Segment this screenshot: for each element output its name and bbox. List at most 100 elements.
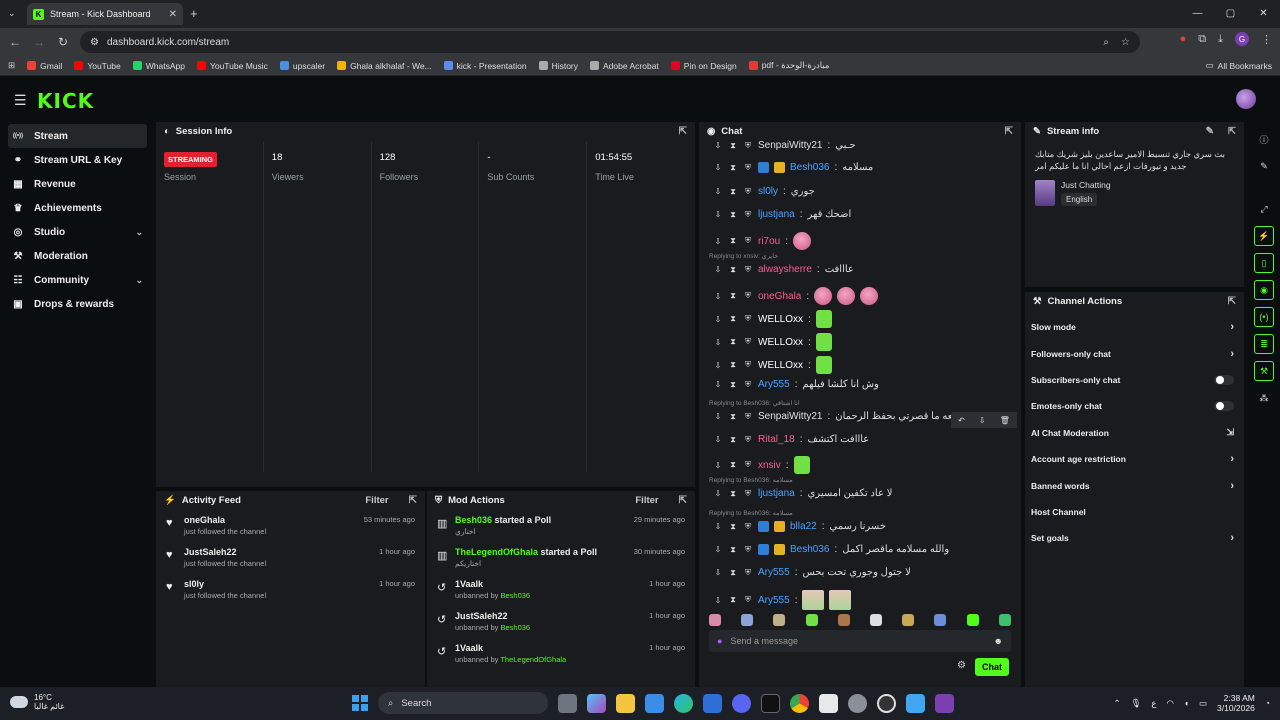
hamburger-menu-icon[interactable]: ☰ — [14, 92, 27, 109]
bookmark-item[interactable]: Ghala alkhalaf - We... — [337, 61, 432, 71]
ban-shield-icon[interactable]: ⛨ — [743, 314, 753, 324]
ban-shield-icon[interactable]: ⛨ — [743, 360, 753, 370]
image-app-icon[interactable] — [906, 693, 925, 713]
maximize-icon[interactable]: ▢ — [1214, 0, 1247, 28]
bookmark-item[interactable]: Adobe Acrobat — [590, 61, 659, 71]
url-bar[interactable]: ⚙ dashboard.kick.com/stream ⌕ ☆ — [80, 31, 1140, 53]
file-explorer-icon[interactable] — [616, 693, 635, 713]
timeout-icon[interactable]: ⧗ — [728, 291, 738, 301]
moderator-name[interactable]: TheLegendOfGhala — [500, 655, 566, 664]
chat-message[interactable]: ⇩ ⧗ ⛨ WELLOxx: — [713, 356, 832, 374]
timeout-icon[interactable]: ⧗ — [728, 545, 738, 555]
ban-shield-icon[interactable]: ⛨ — [743, 265, 753, 275]
user-avatar[interactable] — [1236, 89, 1256, 109]
quick-emote-icon[interactable] — [773, 614, 786, 626]
timeout-icon[interactable]: ⧗ — [728, 489, 738, 499]
notepad-icon[interactable] — [819, 693, 838, 713]
pin-message-icon[interactable]: ⇩ — [713, 187, 723, 196]
ban-shield-icon[interactable]: ⛨ — [743, 568, 753, 578]
chat-message[interactable]: ⇩ ⧗ ⛨ ljustjana: اضحك قهر — [713, 209, 852, 220]
activity-filter-button[interactable]: Filter — [365, 495, 388, 506]
forward-icon[interactable]: → — [27, 35, 51, 49]
site-info-icon[interactable]: ⚙ — [90, 37, 99, 48]
task-view-icon[interactable] — [558, 693, 577, 713]
timeout-icon[interactable]: ⧗ — [728, 360, 738, 370]
popout-icon[interactable]: ⇱ — [1228, 126, 1236, 137]
mod-action-user[interactable]: 1Vaalk — [455, 643, 483, 653]
chat-username[interactable]: alwaysherre — [758, 264, 812, 275]
mod-action-user[interactable]: Besh036 — [455, 515, 492, 525]
volume-icon[interactable]: ◖ — [1184, 698, 1189, 708]
mod-action-user[interactable]: JustSaleh22 — [455, 611, 508, 621]
ban-shield-icon[interactable]: ⛨ — [743, 337, 753, 347]
chat-icon[interactable]: ◉ — [1254, 280, 1274, 300]
timeout-icon[interactable]: ⧗ — [728, 412, 738, 422]
quick-emote-icon[interactable] — [902, 614, 915, 626]
pin-icon[interactable]: ⇩ — [979, 416, 986, 425]
pin-message-icon[interactable]: ⇩ — [713, 210, 723, 219]
editor-app-icon[interactable] — [935, 693, 954, 713]
activity-username[interactable]: oneGhala — [184, 515, 266, 525]
windows-start-icon[interactable] — [352, 695, 368, 711]
battery-icon[interactable]: ▭ — [1199, 698, 1207, 709]
bookmark-item[interactable]: History — [538, 61, 578, 71]
download-icon[interactable]: ⤓ — [1218, 33, 1223, 46]
sidebar-item-community[interactable]: ☷ Community ⌄ — [8, 268, 147, 292]
chat-username[interactable]: ljustjana — [758, 488, 795, 499]
mod-action-user[interactable]: TheLegendOfGhala — [455, 547, 538, 557]
chat-username[interactable]: Ary555 — [758, 379, 790, 390]
quick-emote-icon[interactable] — [741, 614, 754, 626]
chat-username[interactable]: WELLOxx — [758, 314, 803, 325]
sidebar-item-stream[interactable]: ⚭ Stream URL & Key — [8, 148, 147, 172]
ban-shield-icon[interactable]: ⛨ — [743, 210, 753, 220]
back-icon[interactable]: ← — [3, 35, 27, 49]
pin-message-icon[interactable]: ⇩ — [713, 412, 723, 421]
bookmark-item[interactable]: upscaler — [279, 61, 325, 71]
channel-action-host-channel[interactable]: Host Channel — [1025, 499, 1244, 525]
chat-username[interactable]: Ary555 — [758, 567, 790, 578]
profile-avatar[interactable]: G — [1235, 32, 1249, 46]
channel-action-set-goals[interactable]: Set goals › — [1025, 525, 1244, 551]
timeout-icon[interactable]: ⧗ — [728, 141, 738, 151]
emoji-icon[interactable]: ☻ — [994, 636, 1003, 646]
chat-message[interactable]: ⇩ ⧗ ⛨ Rital_18: عااافت اكتشف — [713, 434, 870, 445]
ban-shield-icon[interactable]: ⛨ — [743, 435, 753, 445]
quick-emote-icon[interactable] — [934, 614, 947, 626]
chat-message[interactable]: ⇩ ⧗ ⛨ Besh036: والله مسلامه ماقصر اكمل — [713, 544, 949, 555]
bookmark-item[interactable]: pdf - مبادرة-الوحدة — [748, 60, 829, 71]
settings-icon[interactable] — [848, 693, 867, 713]
language-indicator[interactable]: ع — [1151, 698, 1156, 709]
pin-message-icon[interactable]: ⇩ — [713, 489, 723, 498]
phone-icon[interactable]: ▯ — [1254, 253, 1274, 273]
zoom-icon[interactable]: ⌕ — [1103, 37, 1109, 48]
chat-message[interactable]: ⇩ ⧗ ⛨ Ary555: وش انا كلشا فيلهم — [713, 379, 879, 390]
popout-icon[interactable]: ⇱ — [679, 126, 687, 137]
chat-username[interactable]: Besh036 — [790, 544, 829, 555]
bookmark-item[interactable]: Gmail — [27, 61, 62, 71]
chrome-icon[interactable] — [790, 693, 809, 713]
chat-username[interactable]: ri7ou — [758, 236, 780, 247]
bookmark-item[interactable]: YouTube — [74, 61, 121, 71]
ban-shield-icon[interactable]: ⛨ — [743, 141, 753, 151]
popout-icon[interactable]: ⇱ — [679, 495, 687, 506]
mod-action-user[interactable]: 1Vaalk — [455, 579, 483, 589]
mic-icon[interactable]: ● — [717, 636, 722, 646]
chat-messages[interactable]: ⇩ ⧗ ⛨ SenpaiWitty21: حـبي ⇩ ⧗ ⛨ Besh036: مسلامه ⇩ ⧗… — [699, 140, 1021, 610]
pin-message-icon[interactable]: ⇩ — [713, 522, 723, 531]
close-window-icon[interactable]: ✕ — [1247, 0, 1280, 28]
ban-shield-icon[interactable]: ⛨ — [743, 291, 753, 301]
activity-username[interactable]: JustSaleh22 — [184, 547, 266, 557]
ban-shield-icon[interactable]: ⛨ — [743, 380, 753, 390]
ban-shield-icon[interactable]: ⛨ — [743, 187, 753, 197]
pin-message-icon[interactable]: ⇩ — [713, 461, 723, 470]
notification-icon[interactable]: ◔ — [1265, 698, 1270, 708]
popout-icon[interactable]: ⇱ — [1005, 126, 1013, 137]
chat-username[interactable]: Rital_18 — [758, 434, 795, 445]
edge-icon[interactable] — [674, 693, 693, 713]
quick-emote-icon[interactable] — [837, 614, 850, 626]
reload-icon[interactable]: ↻ — [51, 35, 75, 49]
reply-icon[interactable]: ↶ — [958, 416, 965, 425]
ban-shield-icon[interactable]: ⛨ — [743, 595, 753, 605]
chat-message[interactable]: ⇩ ⧗ ⛨ alwaysherre: عااافت — [713, 264, 854, 275]
pin-message-icon[interactable]: ⇩ — [713, 568, 723, 577]
